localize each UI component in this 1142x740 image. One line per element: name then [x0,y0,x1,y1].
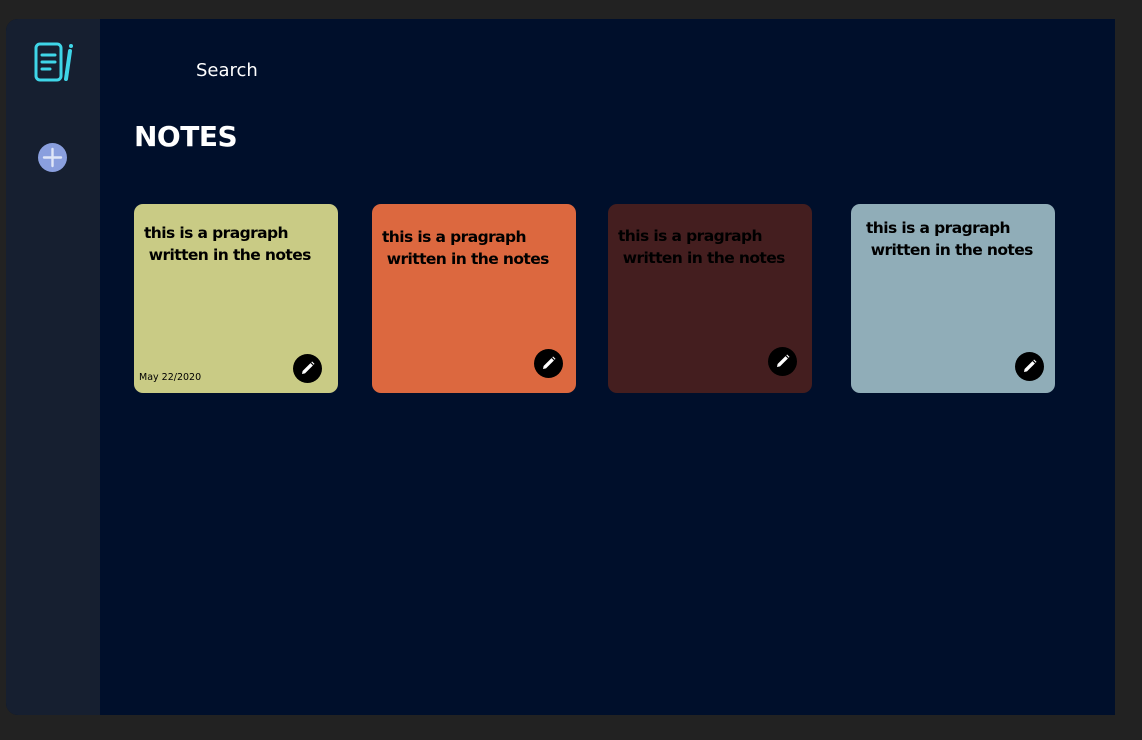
note-card[interactable]: this is a pragraph written in the notes [851,204,1055,393]
pencil-icon [768,354,797,369]
note-text: this is a pragraph written in the notes [382,228,549,268]
edit-note-button[interactable] [768,347,797,376]
note-text: this is a pragraph written in the notes [618,227,785,267]
notes-logo-icon[interactable] [34,41,76,85]
search-input[interactable] [196,58,396,82]
note-date: May 22/2020 [139,372,202,383]
edit-note-button[interactable] [293,354,322,383]
note-card[interactable]: this is a pragraph written in the notes [372,204,576,393]
sidebar [6,19,100,715]
page-title: NOTES [134,120,238,153]
add-note-button[interactable] [38,143,67,172]
edit-note-button[interactable] [1015,352,1044,381]
pencil-icon [1015,359,1044,374]
edit-note-button[interactable] [534,349,563,378]
plus-icon [38,143,67,172]
note-text: this is a pragraph written in the notes [144,224,311,264]
pencil-icon [534,356,563,371]
pencil-icon [293,361,322,376]
note-text: this is a pragraph written in the notes [866,219,1033,259]
note-card[interactable]: this is a pragraph written in the notes [608,204,812,393]
app-window: NOTES this is a pragraph written in the … [6,19,1115,715]
note-card[interactable]: this is a pragraph written in the notes … [134,204,338,393]
